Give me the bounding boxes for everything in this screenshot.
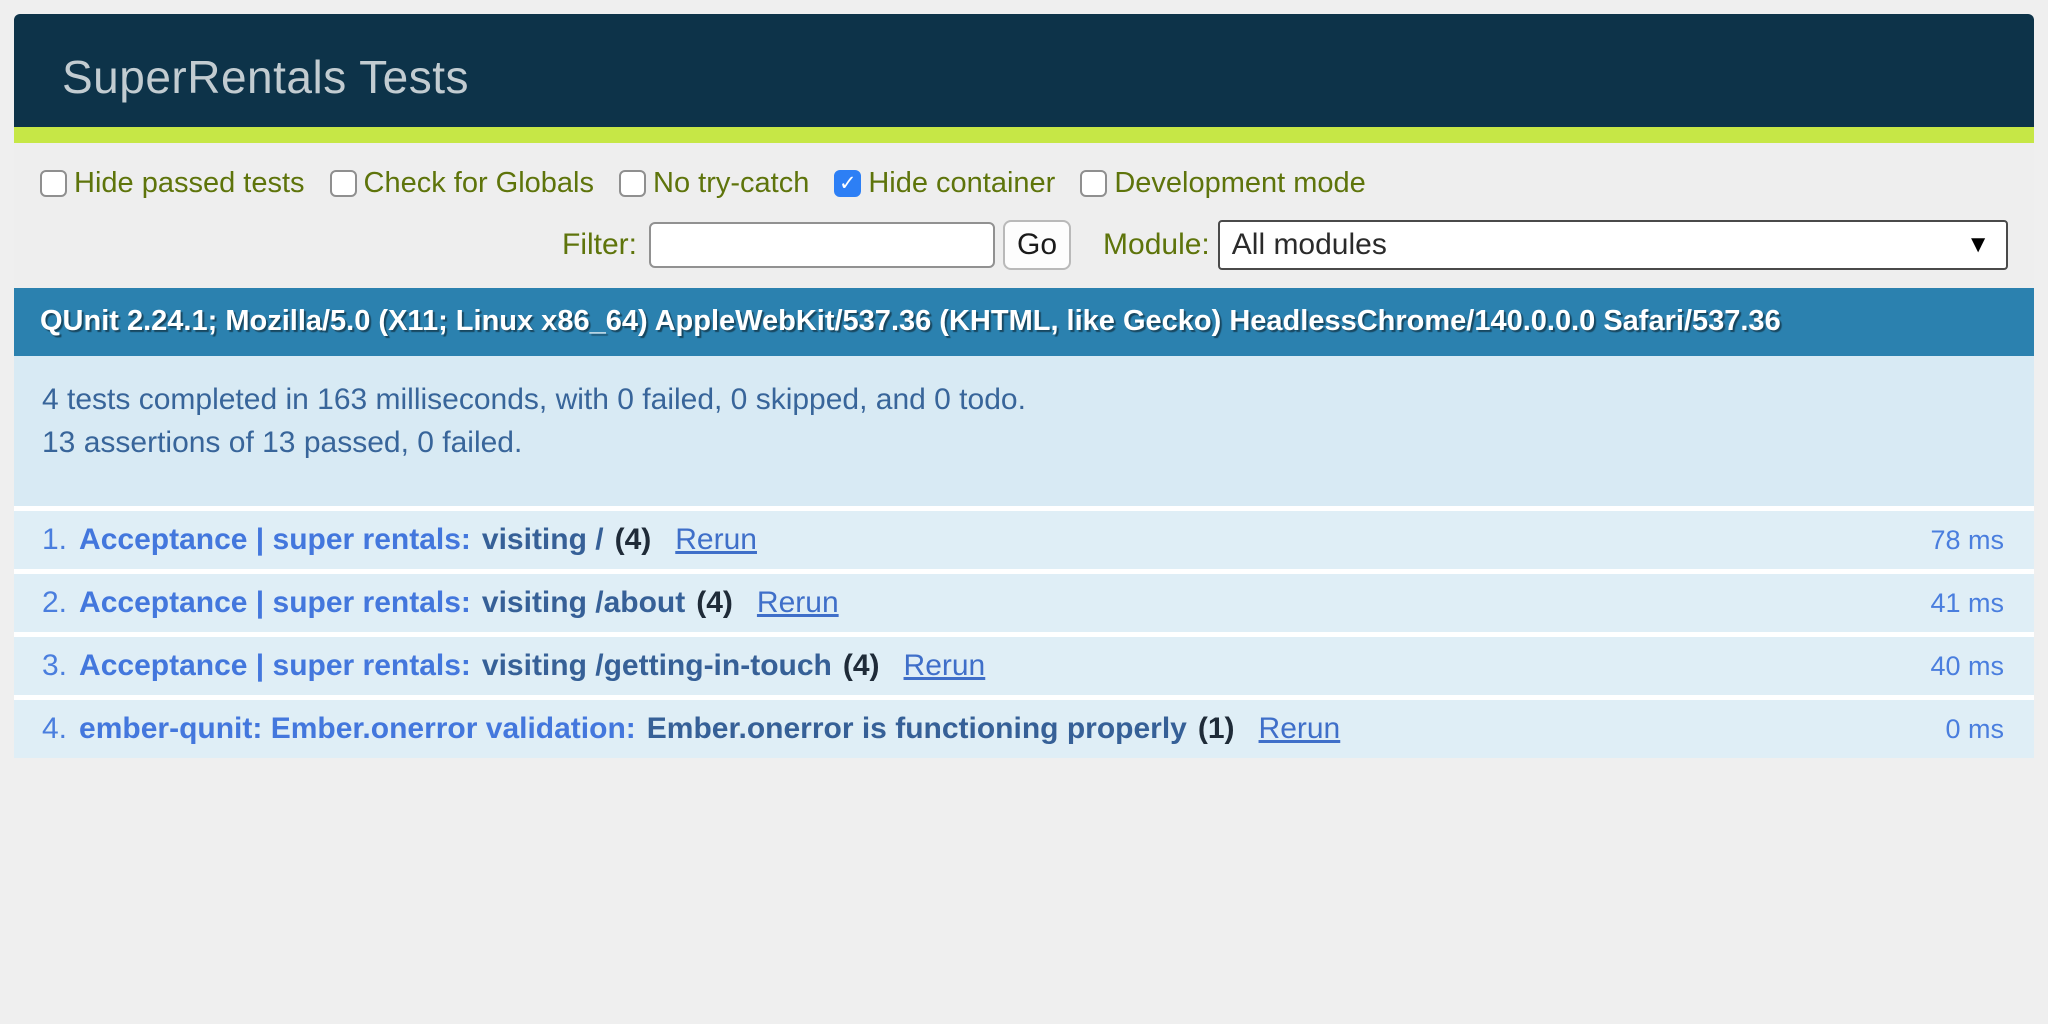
test-name: visiting /about (482, 586, 685, 620)
test-module-name: Acceptance | super rentals: (79, 586, 471, 620)
assertion-count: (4) (696, 586, 733, 620)
checkbox-icon[interactable] (619, 170, 646, 197)
test-row[interactable]: 3. Acceptance | super rentals: visiting … (14, 637, 2034, 695)
test-name: Ember.onerror is functioning properly (647, 712, 1187, 746)
test-runtime: 40 ms (1930, 651, 2004, 682)
test-runtime: 0 ms (1945, 714, 2004, 745)
module-label: Module: (1103, 228, 1210, 262)
useragent-banner: QUnit 2.24.1; Mozilla/5.0 (X11; Linux x8… (14, 288, 2034, 356)
test-module-name: Acceptance | super rentals: (79, 523, 471, 557)
rerun-link[interactable]: Rerun (675, 523, 757, 557)
module-selected-value: All modules (1232, 228, 1387, 262)
qunit-container: SuperRentals Tests Hide passed tests Che… (14, 14, 2034, 763)
test-number: 1. (42, 523, 67, 557)
test-results: 4 tests completed in 163 milliseconds, w… (14, 356, 2034, 758)
page-title: SuperRentals Tests (14, 14, 2034, 104)
test-row[interactable]: 1. Acceptance | super rentals: visiting … (14, 511, 2034, 569)
pass-status-banner (14, 127, 2034, 143)
toolbar-checkbox-row: Hide passed tests Check for Globals No t… (40, 167, 2008, 200)
toolbar-checkbox[interactable]: Hide passed tests (40, 167, 305, 200)
checkbox-label: Hide passed tests (74, 167, 305, 200)
test-number: 3. (42, 649, 67, 683)
test-runtime: 41 ms (1930, 588, 2004, 619)
toolbar-checkbox[interactable]: Hide container (834, 167, 1055, 200)
test-name: visiting / (482, 523, 604, 557)
checkbox-icon[interactable] (40, 170, 67, 197)
test-module-name: ember-qunit: Ember.onerror validation: (79, 712, 636, 746)
summary-line-completed: 4 tests completed in 163 milliseconds, w… (42, 378, 2006, 421)
rerun-link[interactable]: Rerun (757, 586, 839, 620)
toolbar-filter-row: Filter: Go Module: All modules ▼ (40, 220, 2008, 270)
checkbox-icon[interactable] (330, 170, 357, 197)
test-module-name: Acceptance | super rentals: (79, 649, 471, 683)
checkbox-label: Development mode (1114, 167, 1365, 200)
summary-line-assertions: 13 assertions of 13 passed, 0 failed. (42, 421, 2006, 464)
assertion-count: (1) (1198, 712, 1235, 746)
test-result-summary: 4 tests completed in 163 milliseconds, w… (14, 356, 2034, 506)
test-runtime: 78 ms (1930, 525, 2004, 556)
module-select[interactable]: All modules ▼ (1218, 220, 2008, 270)
checkbox-icon[interactable] (834, 170, 861, 197)
toolbar-checkbox[interactable]: No try-catch (619, 167, 809, 200)
checkbox-label: No try-catch (653, 167, 809, 200)
checkbox-icon[interactable] (1080, 170, 1107, 197)
chevron-down-icon: ▼ (1966, 231, 1990, 259)
checkbox-label: Check for Globals (364, 167, 595, 200)
assertion-count: (4) (843, 649, 880, 683)
filter-input[interactable] (649, 222, 995, 268)
page-header: SuperRentals Tests (14, 14, 2034, 127)
test-number: 4. (42, 712, 67, 746)
test-row[interactable]: 4. ember-qunit: Ember.onerror validation… (14, 700, 2034, 758)
test-name: visiting /getting-in-touch (482, 649, 832, 683)
rerun-link[interactable]: Rerun (904, 649, 986, 683)
assertion-count: (4) (615, 523, 652, 557)
toolbar-checkbox[interactable]: Development mode (1080, 167, 1365, 200)
test-number: 2. (42, 586, 67, 620)
test-row[interactable]: 2. Acceptance | super rentals: visiting … (14, 574, 2034, 632)
checkbox-label: Hide container (868, 167, 1055, 200)
toolbar-checkbox[interactable]: Check for Globals (330, 167, 595, 200)
go-button[interactable]: Go (1003, 220, 1071, 270)
filter-label: Filter: (562, 228, 637, 262)
qunit-toolbar: Hide passed tests Check for Globals No t… (14, 143, 2034, 288)
rerun-link[interactable]: Rerun (1259, 712, 1341, 746)
